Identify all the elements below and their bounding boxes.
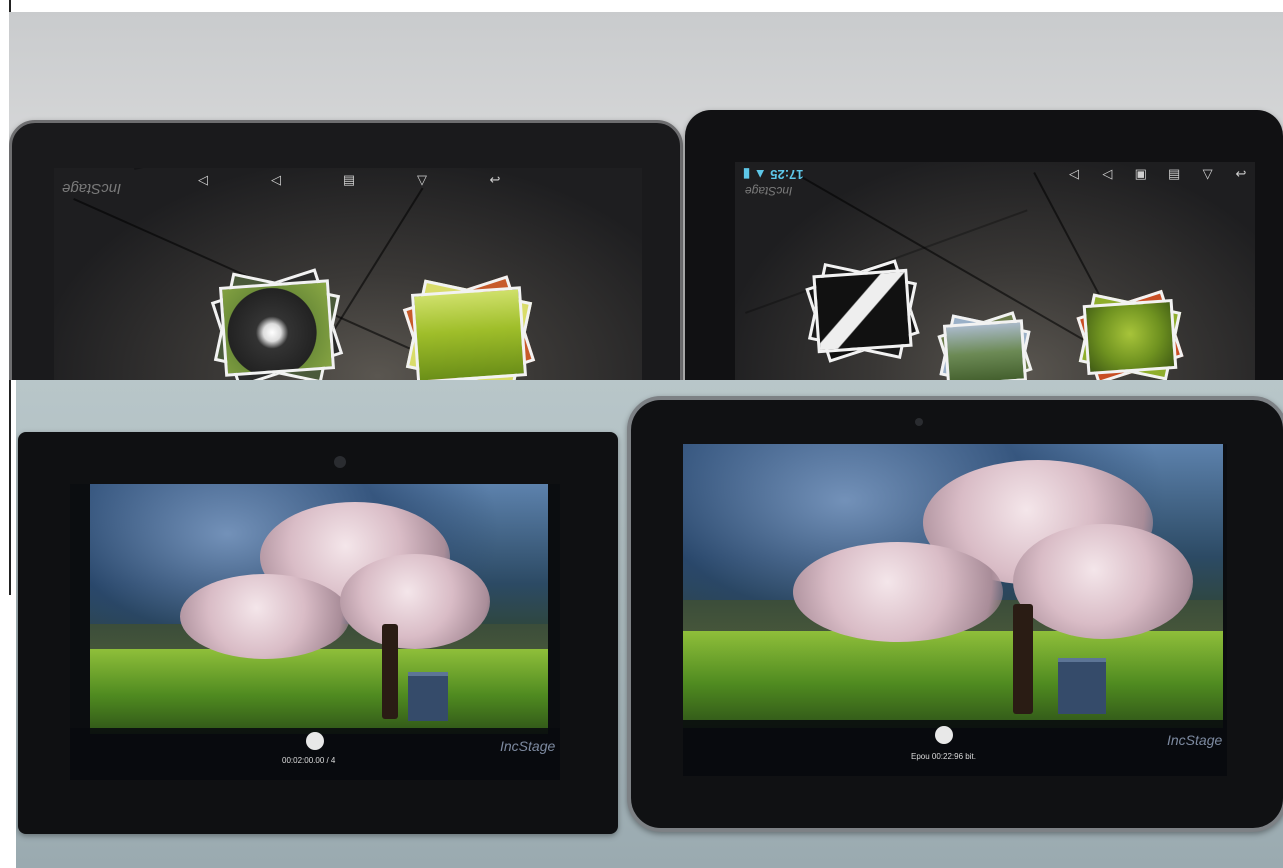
status-time: 17:25 (770, 167, 804, 182)
top-left-tablet: IncStage ◁ ◁ ▤ ▽ ↩ (9, 120, 683, 380)
user-avatar-icon[interactable] (306, 732, 324, 750)
screen-reflection-line (134, 168, 448, 170)
speaker-high-icon[interactable]: ◁ (1098, 167, 1116, 180)
bottom-right-video-screen: Epou 00:22:96 bit. IncStage (683, 444, 1227, 776)
video-player-bar: 00:02:00.00 / 4 IncStage (70, 728, 560, 780)
playback-time: 00:02:00.00 / 4 (282, 756, 336, 765)
photo-album-stack[interactable] (402, 275, 536, 380)
incstage-brand-label: IncStage (500, 738, 556, 754)
photo-album-stack[interactable] (937, 311, 1033, 380)
top-right-tablet: 17:25 ▲ ▮ IncStage ◁ ◁ ▣ ▤ ▽ ↩ (685, 110, 1283, 380)
recent-apps-icon[interactable]: ▤ (1165, 167, 1183, 180)
bottom-photo-panel: 00:02:00.00 / 4 IncStage Epou 00:22:96 b… (16, 380, 1283, 868)
speaker-low-icon[interactable]: ◁ (1065, 167, 1083, 180)
photo-album-stack[interactable] (805, 259, 920, 363)
home-icon[interactable]: ▽ (1199, 167, 1217, 180)
back-icon[interactable]: ↩ (486, 173, 504, 186)
front-camera (334, 456, 346, 468)
system-nav-bar: ◁ ◁ ▣ ▤ ▽ ↩ (1065, 167, 1250, 180)
recent-apps-icon[interactable]: ▤ (340, 173, 358, 186)
bottom-left-tablet: 00:02:00.00 / 4 IncStage (18, 432, 618, 834)
playback-time: Epou 00:22:96 bit. (911, 752, 976, 761)
top-right-home-screen: 17:25 ▲ ▮ IncStage ◁ ◁ ▣ ▤ ▽ ↩ (735, 162, 1255, 380)
photo-album-stack[interactable] (1076, 289, 1184, 380)
incstage-watermark: IncStage (62, 180, 122, 197)
battery-icon: ▮ (743, 167, 751, 182)
bottom-right-tablet: Epou 00:22:96 bit. IncStage (627, 396, 1283, 832)
video-player-bar: Epou 00:22:96 bit. IncStage (683, 720, 1227, 776)
system-nav-bar: ◁ ◁ ▤ ▽ ↩ (194, 173, 504, 186)
front-camera (915, 418, 923, 426)
top-photo-panel: IncStage ◁ ◁ ▤ ▽ ↩ 17:25 ▲ ▮ IncStage ◁ … (9, 12, 1283, 380)
bottom-left-video-screen: 00:02:00.00 / 4 IncStage (70, 484, 560, 780)
top-left-home-screen: IncStage ◁ ◁ ▤ ▽ ↩ (54, 168, 642, 380)
cherry-tree-photo (90, 484, 548, 734)
home-icon[interactable]: ▽ (413, 173, 431, 186)
cherry-tree-photo (683, 444, 1223, 728)
wifi-icon: ▲ (753, 167, 767, 182)
status-bar-clock: 17:25 ▲ ▮ (743, 166, 804, 182)
incstage-brand-label: IncStage (1167, 732, 1223, 748)
screenshot-icon[interactable]: ▣ (1132, 167, 1150, 180)
speaker-high-icon[interactable]: ◁ (267, 173, 285, 186)
incstage-watermark: IncStage (745, 184, 793, 198)
user-avatar-icon[interactable] (935, 726, 953, 744)
speaker-low-icon[interactable]: ◁ (194, 173, 212, 186)
photo-album-stack[interactable] (210, 268, 344, 380)
back-icon[interactable]: ↩ (1232, 167, 1250, 180)
